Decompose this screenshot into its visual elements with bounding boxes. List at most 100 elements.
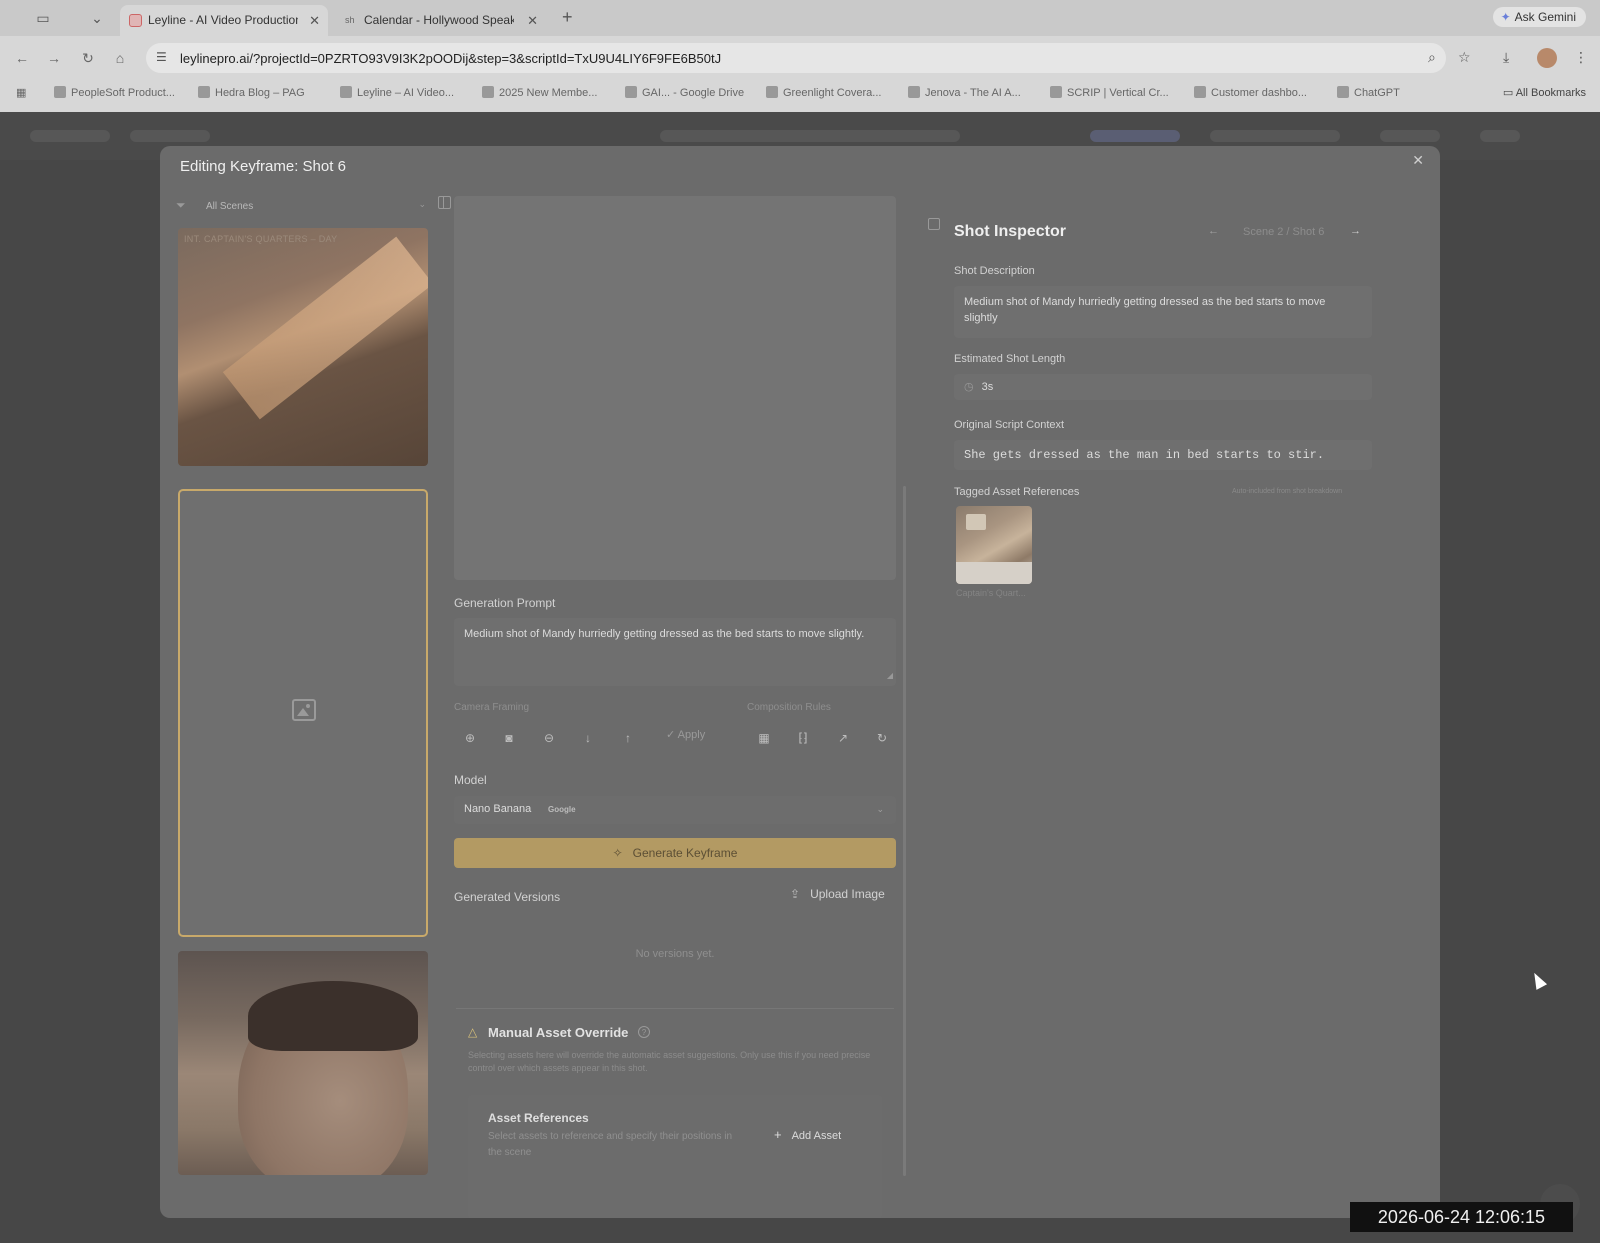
bookmark-item[interactable]: GAI... - Google Drive: [625, 86, 744, 99]
arrow-down-icon[interactable]: ↓: [579, 729, 597, 747]
shot-thumbnail[interactable]: [178, 951, 428, 1175]
shot-length-label: Estimated Shot Length: [954, 353, 1066, 365]
download-icon[interactable]: ⤓: [1503, 49, 1509, 66]
thumbnail-image-detail: [222, 236, 428, 420]
chevron-down-icon: ⌄: [876, 804, 884, 814]
site-settings-icon[interactable]: ☰: [156, 50, 167, 64]
shot-length-field[interactable]: ◷ 3s: [954, 374, 1372, 400]
zoom-out-icon[interactable]: ⊖: [540, 729, 558, 747]
bookmark-item[interactable]: Greenlight Covera...: [766, 86, 881, 99]
tagged-asset-thumbnail[interactable]: [956, 506, 1032, 584]
generated-versions-label: Generated Versions: [454, 890, 561, 904]
tab-close-icon[interactable]: ✕: [527, 5, 538, 36]
folder-icon: ▭: [1502, 87, 1516, 99]
app-topbar-placeholder: [1380, 130, 1440, 142]
all-bookmarks-button[interactable]: ▭ All Bookmarks: [1503, 86, 1586, 99]
thumbnail-image-detail: [966, 514, 986, 530]
back-arrow-icon[interactable]: ←: [12, 48, 32, 68]
app-topbar-placeholder: [130, 130, 210, 142]
ask-gemini-button[interactable]: ✦ Ask Gemini: [1492, 7, 1586, 27]
magic-wand-icon: ✧: [612, 846, 623, 860]
tab-search-icon[interactable]: ▭: [32, 8, 54, 28]
app-topbar-placeholder: [30, 130, 110, 142]
app-topbar-placeholder: [1480, 130, 1520, 142]
bookmark-favicon-icon: [1194, 86, 1206, 98]
shot-thumbnail-selected[interactable]: [178, 489, 428, 937]
shot-description-field[interactable]: Medium shot of Mandy hurriedly getting d…: [954, 286, 1372, 338]
bookmark-item[interactable]: Jenova - The AI A...: [908, 86, 1021, 99]
recording-timestamp: 2026-06-24 12:06:15: [1350, 1202, 1573, 1232]
bookmark-item[interactable]: Hedra Blog – PAG: [198, 86, 305, 99]
bookmark-item[interactable]: PeopleSoft Product...: [54, 86, 175, 99]
shot-breadcrumb: Scene 2 / Shot 6: [1243, 226, 1325, 238]
address-bar[interactable]: ☰ leylinepro.ai/?projectId=0PZRTO93V9I3K…: [146, 43, 1446, 73]
bookmark-item[interactable]: ChatGPT: [1337, 86, 1400, 99]
grid-icon[interactable]: ▦: [755, 729, 773, 747]
new-tab-plus-icon[interactable]: +: [562, 7, 573, 28]
previous-shot-arrow-icon[interactable]: ←: [1208, 225, 1219, 237]
help-icon[interactable]: ?: [638, 1026, 650, 1038]
home-icon[interactable]: ⌂: [110, 48, 130, 68]
upload-icon: ⇪: [790, 887, 801, 901]
thumbnail-image-detail: [248, 981, 418, 1051]
scene-filter-dropdown[interactable]: ⏷ All Scenes ⌄: [176, 198, 428, 218]
app-topbar-placeholder: [660, 130, 960, 142]
tab-list-chevron-icon[interactable]: ⌄: [86, 8, 108, 28]
refresh-icon[interactable]: ↻: [873, 729, 891, 747]
camera-icon[interactable]: ◙: [500, 729, 518, 747]
override-warning-note: Selecting assets here will override the …: [468, 1050, 871, 1073]
browser-chrome: ▭ ⌄ Leyline - AI Video Production ✕ sh C…: [0, 0, 1600, 112]
leyline-favicon-icon: [129, 14, 142, 27]
apply-button[interactable]: ✓ Apply: [666, 728, 705, 741]
zoom-icon[interactable]: ⌕: [1428, 49, 1436, 66]
plus-icon: +: [774, 1127, 782, 1142]
bookmark-item[interactable]: Customer dashbo...: [1194, 86, 1307, 99]
zoom-in-icon[interactable]: ⊕: [461, 729, 479, 747]
check-icon: ✓: [666, 729, 678, 741]
generation-prompt-label: Generation Prompt: [454, 596, 556, 610]
apps-grid-icon[interactable]: ▦: [16, 86, 26, 99]
bookmark-favicon-icon: [766, 86, 778, 98]
inspector-panel-icon[interactable]: [928, 218, 940, 230]
tab-leyline[interactable]: Leyline - AI Video Production ✕: [120, 5, 328, 36]
bookmark-favicon-icon: [908, 86, 920, 98]
center-frame-icon[interactable]: ⁅⁆: [794, 729, 812, 747]
edit-keyframe-modal: Editing Keyframe: Shot 6 ✕ ⏷ All Scenes …: [160, 146, 1440, 1218]
bookmark-item[interactable]: Leyline – AI Video...: [340, 86, 454, 99]
manual-asset-override-section: △ Manual Asset Override ? Selecting asse…: [456, 1008, 894, 1218]
shot-thumbnail[interactable]: INT. CAPTAIN'S QUARTERS – DAY: [178, 228, 428, 466]
panel-toggle-icon[interactable]: [438, 196, 451, 209]
asset-references-card: Asset References Select assets to refere…: [468, 1095, 882, 1218]
tab-close-icon[interactable]: ✕: [309, 5, 320, 36]
resize-grip-icon[interactable]: ◢: [887, 668, 893, 684]
forward-arrow-icon[interactable]: →: [44, 48, 64, 68]
modal-close-icon[interactable]: ✕: [1412, 152, 1424, 169]
profile-avatar[interactable]: [1537, 48, 1557, 68]
bookmark-item[interactable]: SCRIP | Vertical Cr...: [1050, 86, 1169, 99]
bookmark-item[interactable]: 2025 New Membe...: [482, 86, 597, 99]
thumbnail-image-detail: [956, 562, 1032, 584]
bookmark-favicon-icon: [198, 86, 210, 98]
tab-calendar[interactable]: sh Calendar - Hollywood Speaker ✕: [336, 5, 546, 36]
tagged-refs-hint: Auto-included from shot breakdown: [1232, 488, 1343, 495]
chevron-down-icon: ⌄: [418, 199, 426, 209]
arrow-up-icon[interactable]: ↑: [619, 729, 637, 747]
model-select[interactable]: Nano Banana Google ⌄: [454, 796, 896, 824]
bookmarks-bar: ▦ PeopleSoft Product... Hedra Blog – PAG…: [0, 80, 1600, 108]
warning-triangle-icon: △: [468, 1025, 478, 1039]
next-shot-arrow-icon[interactable]: →: [1350, 225, 1361, 237]
app-topbar-placeholder: [1210, 130, 1340, 142]
bookmark-star-icon[interactable]: ☆: [1458, 49, 1471, 66]
script-context-label: Original Script Context: [954, 419, 1065, 431]
browser-menu-icon[interactable]: ⋮: [1574, 49, 1588, 66]
app-topbar-placeholder: [1090, 130, 1180, 142]
trend-line-icon[interactable]: ↗: [834, 729, 852, 747]
upload-image-button[interactable]: ⇪ Upload Image: [790, 887, 885, 901]
generation-prompt-input[interactable]: Medium shot of Mandy hurriedly getting d…: [454, 618, 896, 686]
generate-keyframe-button[interactable]: ✧ Generate Keyframe: [454, 838, 896, 868]
add-asset-button[interactable]: + Add Asset: [774, 1127, 841, 1142]
center-scrollbar[interactable]: [903, 486, 906, 1176]
model-label: Model: [454, 773, 487, 787]
reload-icon[interactable]: ↻: [78, 48, 98, 68]
bookmark-favicon-icon: [625, 86, 637, 98]
